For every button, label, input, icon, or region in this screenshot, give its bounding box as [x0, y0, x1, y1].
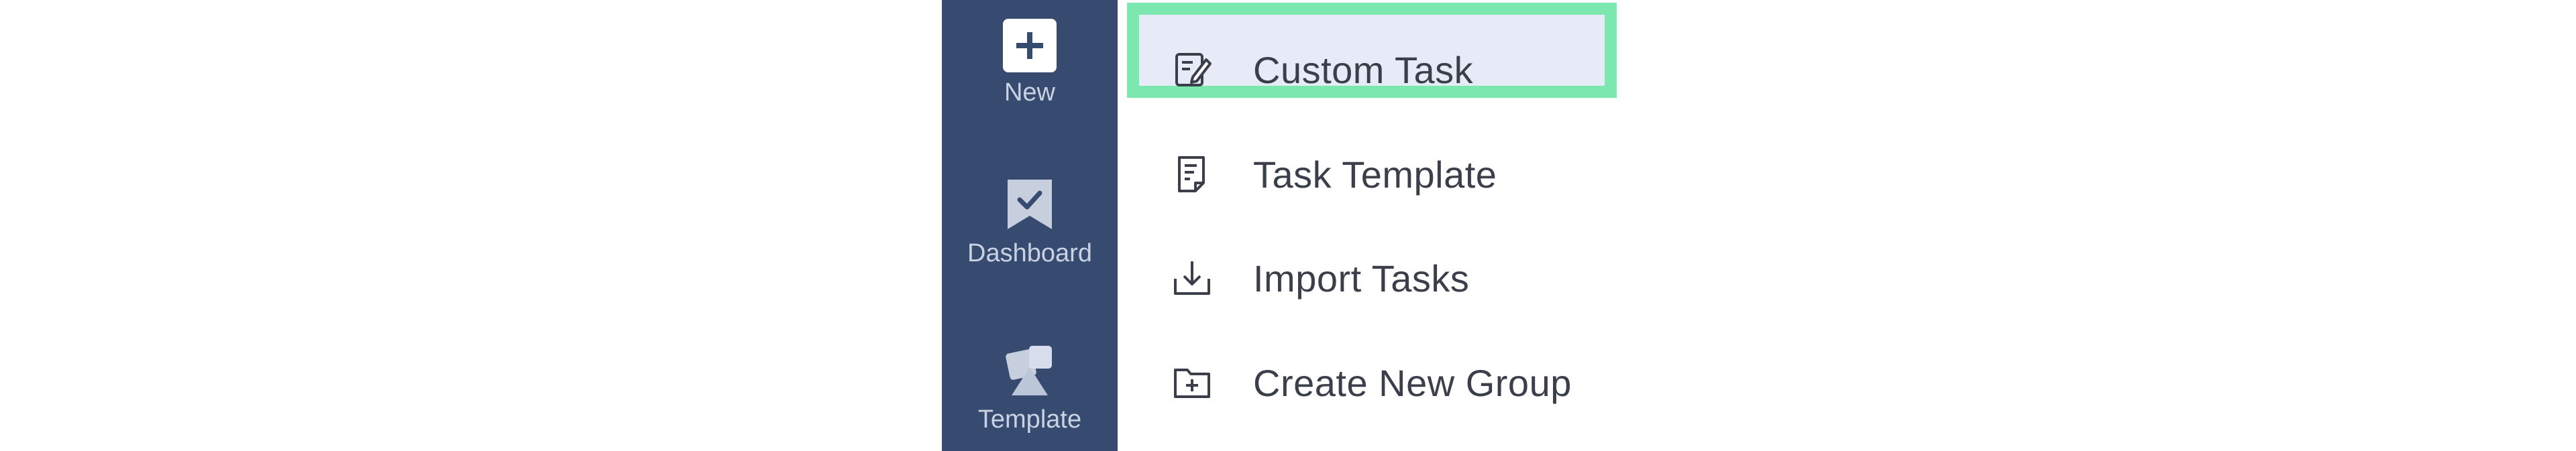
menu-item-import-tasks[interactable]: Import Tasks [1118, 228, 1627, 328]
bookmark-check-icon [1008, 180, 1052, 229]
folder-plus-icon [1174, 369, 1210, 398]
document-icon [1178, 156, 1205, 192]
menu-item-label: Custom Task [1253, 48, 1474, 91]
menu-item-label: Import Tasks [1253, 257, 1470, 300]
menu-item-create-new-group[interactable]: Create New Group [1118, 332, 1627, 433]
shapes-icon [1006, 346, 1052, 395]
download-tray-icon [1174, 261, 1210, 295]
edit-note-icon [1175, 53, 1212, 86]
nav-new-button[interactable]: New [942, 19, 1118, 107]
menu-item-custom-task[interactable]: Custom Task [1118, 19, 1627, 120]
menu-item-task-template[interactable]: Task Template [1118, 124, 1627, 224]
nav-dashboard-button[interactable]: Dashboard [942, 176, 1118, 268]
menu-item-label: Task Template [1253, 153, 1497, 196]
plus-icon [1003, 19, 1057, 72]
nav-template-button[interactable]: Template [942, 342, 1118, 434]
new-dropdown-menu: Custom Task Task Template Import Tasks C… [1118, 0, 1627, 451]
nav-template-label: Template [977, 405, 1082, 434]
nav-rail: New Dashboard Template [942, 0, 1118, 451]
app-stage: New Dashboard Template Custom Task Task … [0, 0, 2576, 451]
nav-new-label: New [1004, 78, 1056, 107]
nav-dashboard-label: Dashboard [967, 239, 1092, 267]
menu-item-label: Create New Group [1253, 361, 1572, 404]
